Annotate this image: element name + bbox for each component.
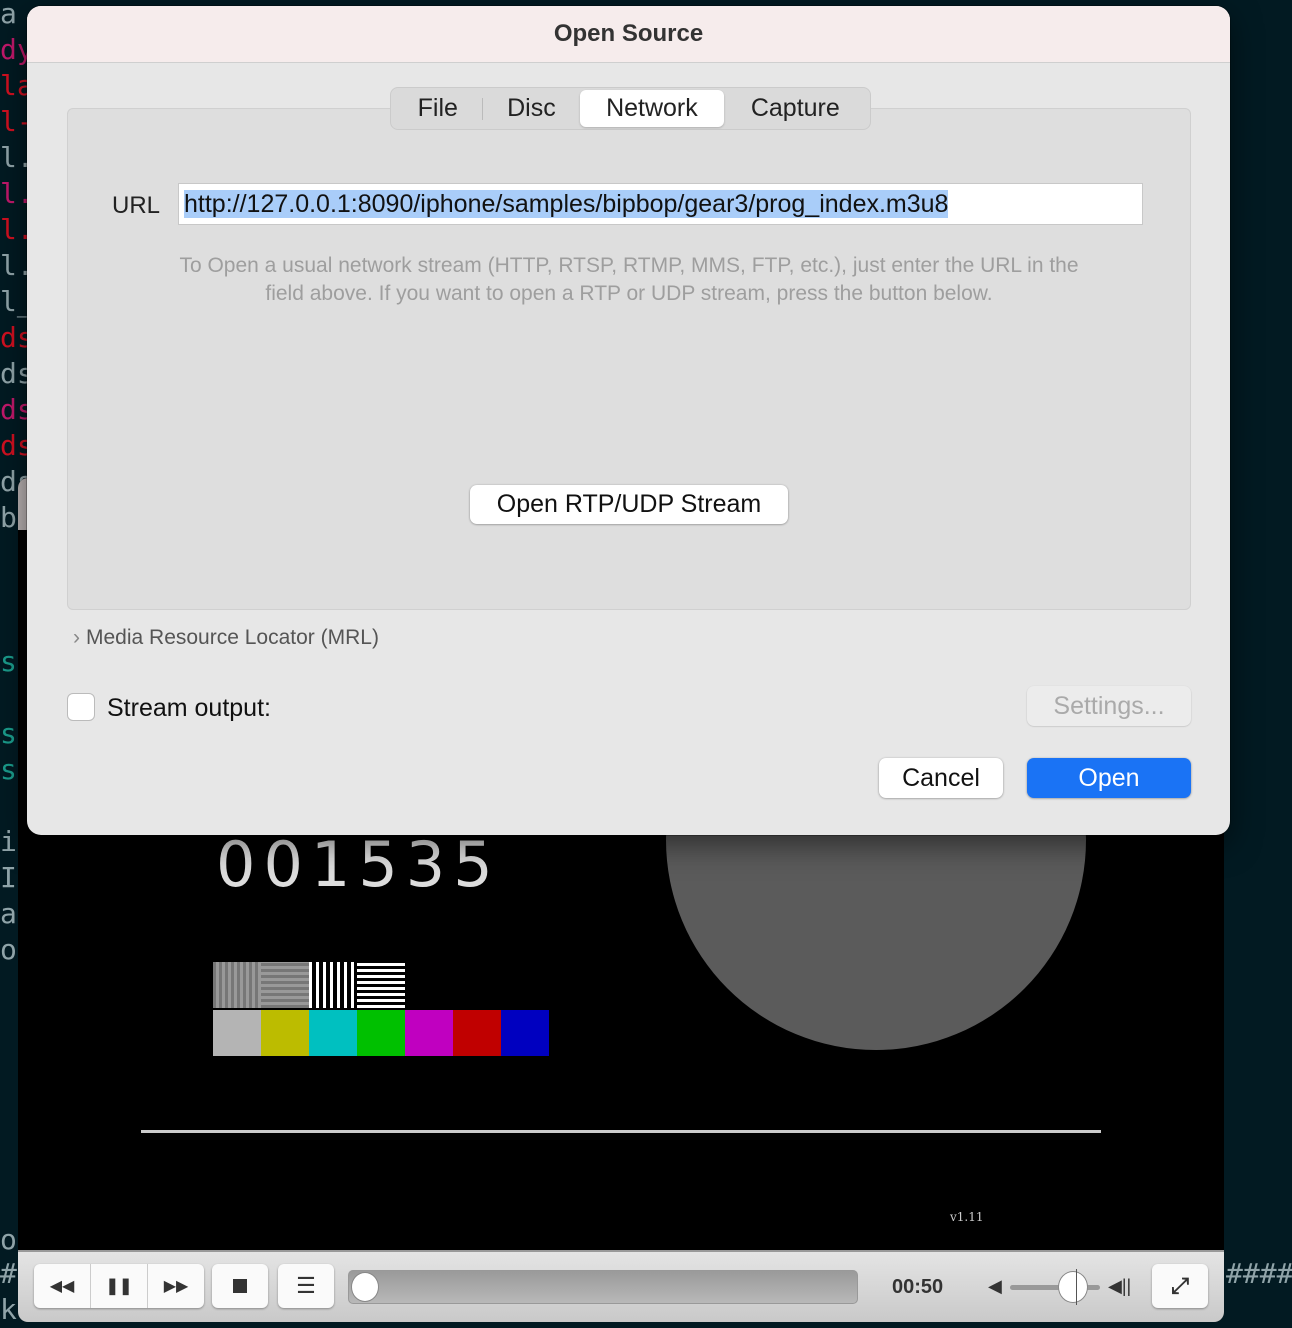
volume-slider[interactable] — [1010, 1269, 1100, 1305]
volume-marker — [1076, 1269, 1077, 1305]
pattern-block — [357, 962, 405, 1008]
terminal-text: s — [0, 753, 17, 786]
open-source-dialog: Open Source File Disc Network Capture UR… — [27, 6, 1230, 835]
fast-forward-button[interactable]: ▶▶ — [148, 1264, 204, 1308]
fullscreen-icon: ⤢ — [1171, 1273, 1189, 1298]
color-bar — [213, 1010, 261, 1056]
terminal-text: o — [0, 1223, 17, 1256]
open-button[interactable]: Open — [1027, 758, 1191, 798]
tab-network[interactable]: Network — [580, 90, 724, 127]
terminal-text: s — [0, 717, 17, 750]
source-tabs: File Disc Network Capture — [390, 87, 871, 130]
stop-icon — [233, 1279, 247, 1293]
pattern-block — [309, 962, 357, 1008]
terminal-text: k — [0, 1293, 17, 1326]
chevron-right-icon: › — [73, 626, 80, 649]
volume-max-icon[interactable]: ◀|| — [1108, 1276, 1131, 1297]
version-label: v1.11 — [950, 1210, 984, 1224]
terminal-text: # — [0, 1257, 17, 1290]
pause-button[interactable]: ❚❚ — [91, 1264, 148, 1308]
mrl-disclosure[interactable]: › Media Resource Locator (MRL) — [73, 626, 379, 650]
playlist-button[interactable]: ☰ — [278, 1264, 334, 1308]
seek-knob[interactable] — [351, 1272, 379, 1302]
color-bar — [261, 1010, 309, 1056]
pattern-block — [261, 962, 309, 1008]
transport-group: ◀◀ ❚❚ ▶▶ — [34, 1264, 204, 1308]
pattern-block — [213, 962, 261, 1008]
network-hint-text: To Open a usual network stream (HTTP, RT… — [97, 252, 1161, 308]
fast-forward-icon: ▶▶ — [163, 1278, 189, 1295]
url-input[interactable]: http://127.0.0.1:8090/iphone/samples/bip… — [178, 183, 1143, 225]
playlist-icon: ☰ — [296, 1273, 316, 1298]
rewind-button[interactable]: ◀◀ — [34, 1264, 91, 1308]
mrl-label: Media Resource Locator (MRL) — [86, 626, 379, 649]
terminal-text: o — [0, 933, 17, 966]
tab-capture[interactable]: Capture — [724, 90, 867, 127]
pause-icon: ❚❚ — [105, 1278, 133, 1295]
terminal-text: a — [0, 897, 17, 930]
hint-line: To Open a usual network stream (HTTP, RT… — [179, 254, 1079, 277]
time-display: 00:50 — [892, 1276, 944, 1298]
terminal-text: #### — [1226, 1257, 1292, 1290]
frame-counter: 001535 — [216, 828, 501, 901]
tab-disc[interactable]: Disc — [483, 90, 581, 127]
stream-output-label: Stream output: — [107, 694, 271, 722]
cancel-button[interactable]: Cancel — [879, 758, 1003, 798]
terminal-text: i — [0, 825, 17, 858]
color-bar — [309, 1010, 357, 1056]
stop-button[interactable] — [212, 1264, 268, 1308]
stream-output-checkbox[interactable] — [67, 693, 95, 721]
terminal-text: s — [0, 645, 17, 678]
rewind-icon: ◀◀ — [49, 1278, 75, 1295]
hint-line: field above. If you want to open a RTP o… — [265, 282, 993, 305]
open-rtp-udp-stream-button[interactable]: Open RTP/UDP Stream — [470, 485, 788, 524]
video-line — [141, 1130, 1101, 1133]
color-bar — [357, 1010, 405, 1056]
color-bar — [501, 1010, 549, 1056]
seek-slider[interactable] — [348, 1270, 858, 1304]
fullscreen-button[interactable]: ⤢ — [1152, 1264, 1208, 1308]
tab-file[interactable]: File — [394, 90, 482, 127]
color-bar — [405, 1010, 453, 1056]
volume-mute-icon[interactable]: ◀ — [988, 1276, 1002, 1297]
terminal-text: a — [0, 0, 17, 30]
volume-knob[interactable] — [1058, 1271, 1088, 1303]
url-value: http://127.0.0.1:8090/iphone/samples/bip… — [184, 190, 949, 218]
settings-button[interactable]: Settings... — [1027, 686, 1191, 726]
color-bar — [453, 1010, 501, 1056]
player-controls: ◀◀ ❚❚ ▶▶ ☰ 00:50 ◀ ◀|| ⤢ — [18, 1250, 1224, 1322]
dialog-title: Open Source — [27, 6, 1230, 63]
terminal-text: b — [0, 501, 17, 534]
url-label: URL — [112, 192, 161, 219]
terminal-text: I — [0, 861, 17, 894]
